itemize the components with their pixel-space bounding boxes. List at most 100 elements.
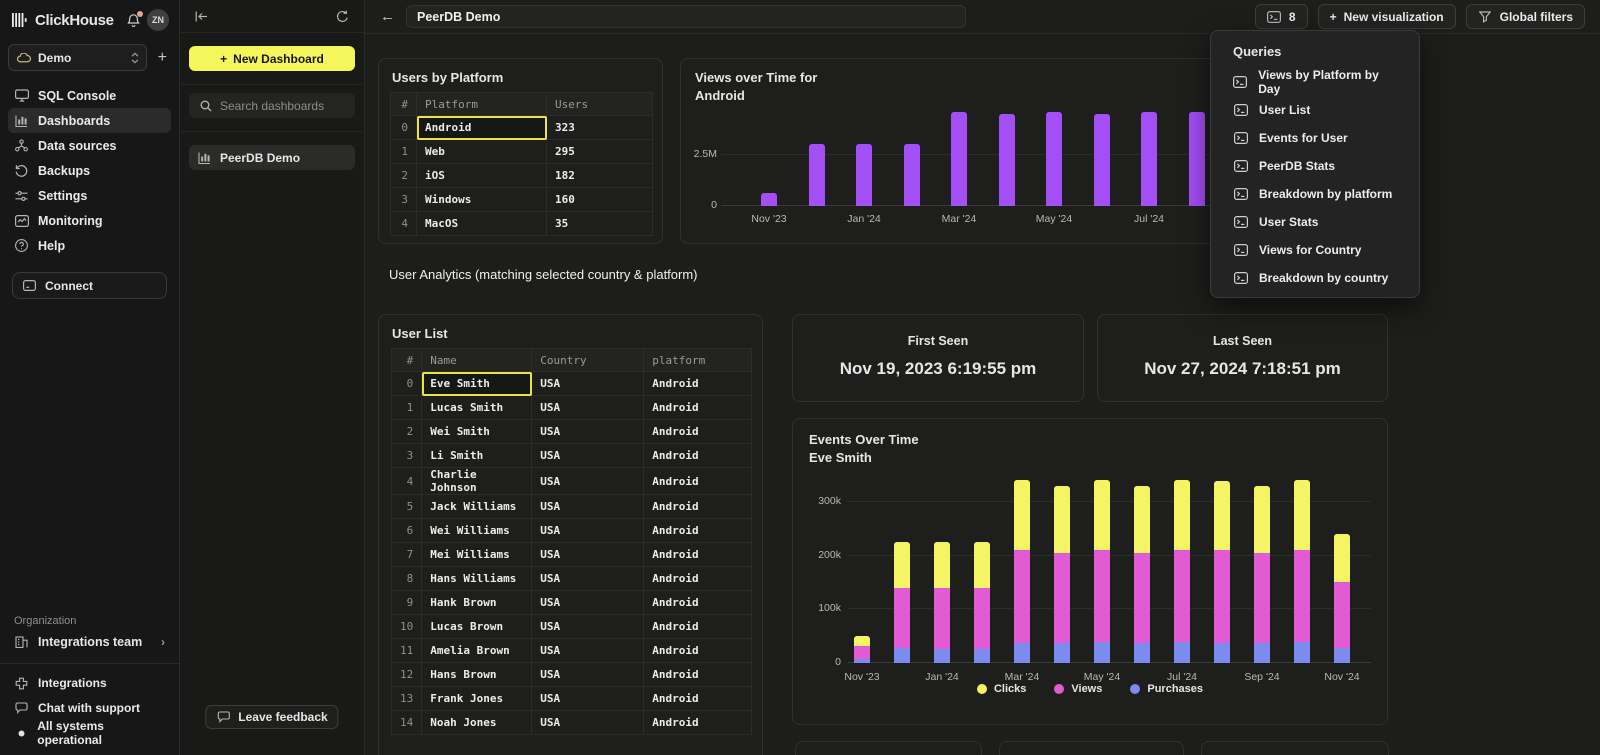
- table-cell[interactable]: Charlie Johnson: [422, 468, 532, 495]
- table-cell[interactable]: Hans Brown: [422, 663, 532, 687]
- events-bar-sep-24[interactable]: [1254, 486, 1270, 663]
- table-cell[interactable]: USA: [532, 543, 644, 567]
- table-cell[interactable]: USA: [532, 567, 644, 591]
- table-cell[interactable]: Android: [644, 495, 752, 519]
- table-cell[interactable]: Eve Smith: [422, 372, 532, 396]
- table-cell[interactable]: Android: [644, 567, 752, 591]
- query-item-breakdown-by-country[interactable]: Breakdown by country: [1211, 264, 1419, 292]
- views-bar-jun-24[interactable]: [1094, 114, 1110, 206]
- table-cell[interactable]: iOS: [417, 164, 547, 188]
- dashboard-title-input[interactable]: [406, 5, 966, 28]
- query-item-events-for-user[interactable]: Events for User: [1211, 124, 1419, 152]
- table-cell[interactable]: Frank Jones: [422, 687, 532, 711]
- global-filters-button[interactable]: Global filters: [1466, 4, 1585, 29]
- views-bar-may-24[interactable]: [1046, 112, 1062, 206]
- views-bar-aug-24[interactable]: [1189, 112, 1205, 206]
- table-cell[interactable]: USA: [532, 519, 644, 543]
- sidebar-item-dashboards[interactable]: Dashboards: [8, 108, 171, 133]
- events-bar-may-24[interactable]: [1094, 480, 1110, 663]
- footer-item-integrations[interactable]: Integrations: [14, 675, 165, 691]
- table-cell[interactable]: Jack Williams: [422, 495, 532, 519]
- dashboard-list-item[interactable]: PeerDB Demo: [189, 145, 355, 170]
- legend-item-clicks[interactable]: Clicks: [977, 683, 1026, 695]
- table-cell[interactable]: Wei Smith: [422, 420, 532, 444]
- table-cell[interactable]: Android: [644, 543, 752, 567]
- query-item-breakdown-by-platform[interactable]: Breakdown by platform: [1211, 180, 1419, 208]
- search-dashboards-input[interactable]: Search dashboards: [189, 93, 355, 118]
- table-cell[interactable]: Web: [417, 140, 547, 164]
- table-cell[interactable]: USA: [532, 468, 644, 495]
- table-cell[interactable]: USA: [532, 639, 644, 663]
- table-cell[interactable]: Wei Williams: [422, 519, 532, 543]
- queries-count-button[interactable]: 8: [1255, 4, 1308, 29]
- table-cell[interactable]: Noah Jones: [422, 711, 532, 735]
- table-cell[interactable]: Android: [417, 116, 547, 140]
- table-cell[interactable]: Mei Williams: [422, 543, 532, 567]
- table-cell[interactable]: USA: [532, 420, 644, 444]
- table-cell[interactable]: MacOS: [417, 212, 547, 236]
- table-cell[interactable]: Android: [644, 396, 752, 420]
- table-cell[interactable]: Android: [644, 615, 752, 639]
- refresh-icon[interactable]: [335, 10, 350, 23]
- query-item-user-stats[interactable]: User Stats: [1211, 208, 1419, 236]
- table-cell[interactable]: 295: [547, 140, 653, 164]
- new-visualization-button[interactable]: + New visualization: [1318, 4, 1456, 29]
- table-cell[interactable]: USA: [532, 396, 644, 420]
- table-cell[interactable]: USA: [532, 663, 644, 687]
- table-cell[interactable]: 182: [547, 164, 653, 188]
- table-cell[interactable]: 323: [547, 116, 653, 140]
- table-cell[interactable]: USA: [532, 495, 644, 519]
- table-cell[interactable]: Android: [644, 468, 752, 495]
- events-bar-jun-24[interactable]: [1134, 486, 1150, 663]
- table-cell[interactable]: Android: [644, 519, 752, 543]
- table-cell[interactable]: Lucas Brown: [422, 615, 532, 639]
- table-cell[interactable]: Hank Brown: [422, 591, 532, 615]
- sidebar-item-backups[interactable]: Backups: [8, 158, 171, 183]
- table-cell[interactable]: Android: [644, 687, 752, 711]
- views-bar-mar-24[interactable]: [951, 112, 967, 206]
- table-cell[interactable]: Li Smith: [422, 444, 532, 468]
- sidebar-item-sql-console[interactable]: SQL Console: [8, 83, 171, 108]
- table-cell[interactable]: Lucas Smith: [422, 396, 532, 420]
- collapse-panel-icon[interactable]: [194, 11, 209, 22]
- events-bar-aug-24[interactable]: [1214, 481, 1230, 663]
- query-item-views-for-country[interactable]: Views for Country: [1211, 236, 1419, 264]
- footer-item-chat-with-support[interactable]: Chat with support: [14, 700, 165, 716]
- query-item-peerdb-stats[interactable]: PeerDB Stats: [1211, 152, 1419, 180]
- sidebar-item-integrations-team[interactable]: Integrations team ›: [0, 635, 179, 663]
- new-dashboard-button[interactable]: + New Dashboard: [189, 46, 355, 71]
- table-cell[interactable]: Android: [644, 663, 752, 687]
- events-bar-oct-24[interactable]: [1294, 480, 1310, 663]
- sidebar-item-help[interactable]: Help: [8, 233, 171, 258]
- table-cell[interactable]: Android: [644, 591, 752, 615]
- table-cell[interactable]: Android: [644, 444, 752, 468]
- table-cell[interactable]: Android: [644, 420, 752, 444]
- events-bar-jan-24[interactable]: [934, 542, 950, 663]
- table-cell[interactable]: Android: [644, 372, 752, 396]
- events-bar-mar-24[interactable]: [1014, 480, 1030, 663]
- table-cell[interactable]: 35: [547, 212, 653, 236]
- views-bar-feb-24[interactable]: [904, 144, 920, 206]
- legend-item-purchases[interactable]: Purchases: [1130, 683, 1203, 695]
- events-bar-apr-24[interactable]: [1054, 486, 1070, 663]
- table-cell[interactable]: Amelia Brown: [422, 639, 532, 663]
- sidebar-item-settings[interactable]: Settings: [8, 183, 171, 208]
- events-bar-jul-24[interactable]: [1174, 480, 1190, 663]
- add-workspace-button[interactable]: +: [158, 50, 167, 66]
- leave-feedback-button[interactable]: Leave feedback: [205, 705, 338, 729]
- connect-button[interactable]: Connect: [12, 272, 167, 299]
- query-item-views-by-platform-by-day[interactable]: Views by Platform by Day: [1211, 68, 1419, 96]
- table-cell[interactable]: USA: [532, 444, 644, 468]
- views-bar-jan-24[interactable]: [856, 144, 872, 206]
- views-bar-jul-24[interactable]: [1141, 112, 1157, 206]
- query-item-user-list[interactable]: User List: [1211, 96, 1419, 124]
- events-bar-nov-24[interactable]: [1334, 534, 1350, 663]
- table-cell[interactable]: USA: [532, 711, 644, 735]
- table-cell[interactable]: USA: [532, 687, 644, 711]
- sidebar-item-data-sources[interactable]: Data sources: [8, 133, 171, 158]
- events-bar-dec-23[interactable]: [894, 542, 910, 663]
- table-cell[interactable]: Android: [644, 639, 752, 663]
- views-bar-apr-24[interactable]: [999, 114, 1015, 206]
- avatar[interactable]: ZN: [147, 9, 169, 31]
- table-cell[interactable]: USA: [532, 372, 644, 396]
